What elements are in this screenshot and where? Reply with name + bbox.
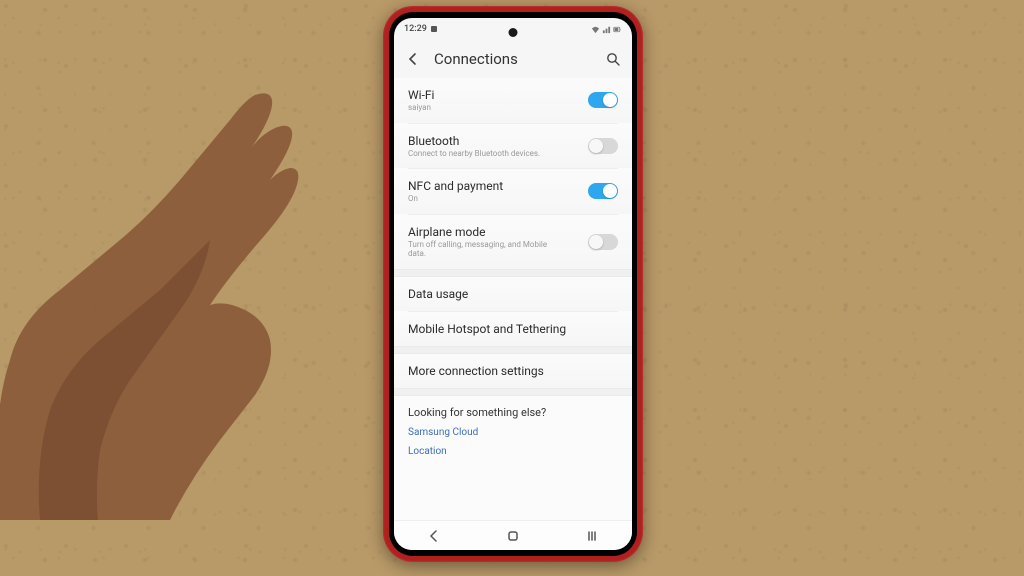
item-title: Bluetooth [408,134,540,148]
nav-back[interactable] [419,526,449,546]
item-title: Data usage [408,287,468,301]
item-title: NFC and payment [408,179,503,193]
item-subtitle: Turn off calling, messaging, and Mobile … [408,240,558,259]
item-airplane[interactable]: Airplane mode Turn off calling, messagin… [394,215,632,269]
search-icon [606,52,621,67]
navigation-bar [394,520,632,550]
settings-list: Wi-Fi saiyan Bluetooth Connect to nearby… [394,78,632,520]
nav-home-icon [506,529,520,543]
item-more-settings[interactable]: More connection settings [394,354,632,388]
chevron-left-icon [406,52,420,66]
footer-title: Looking for something else? [408,406,618,419]
bluetooth-toggle[interactable] [588,138,618,154]
status-time: 12:29 [404,24,427,34]
item-subtitle: On [408,194,503,204]
item-wifi[interactable]: Wi-Fi saiyan [394,78,632,123]
battery-icon [613,25,622,34]
signal-icon [602,25,611,34]
item-title: Airplane mode [408,225,558,239]
item-bluetooth[interactable]: Bluetooth Connect to nearby Bluetooth de… [394,124,632,169]
item-title: More connection settings [408,364,544,378]
footer-section: Looking for something else? Samsung Clou… [394,396,632,457]
item-subtitle: Connect to nearby Bluetooth devices. [408,149,540,159]
item-hotspot[interactable]: Mobile Hotspot and Tethering [394,312,632,346]
search-button[interactable] [604,50,622,68]
wifi-toggle[interactable] [588,92,618,108]
item-title: Mobile Hotspot and Tethering [408,322,566,336]
nav-recent-icon [585,529,599,543]
item-title: Wi-Fi [408,88,434,102]
screen: 12:29 Connections [394,18,632,550]
hand-photo [0,40,300,520]
item-data-usage[interactable]: Data usage [394,277,632,311]
airplane-toggle[interactable] [588,234,618,250]
nav-recent[interactable] [577,526,607,546]
nav-home[interactable] [498,526,528,546]
link-samsung-cloud[interactable]: Samsung Cloud [408,427,618,438]
item-nfc[interactable]: NFC and payment On [394,169,632,214]
front-camera [509,28,518,37]
phone-bezel: 12:29 Connections [389,12,637,556]
nav-back-icon [427,529,441,543]
item-subtitle: saiyan [408,103,434,113]
link-location[interactable]: Location [408,446,618,457]
back-button[interactable] [404,50,422,68]
header: Connections [394,40,632,78]
notification-icon [430,25,438,33]
phone-frame: 12:29 Connections [383,6,643,562]
wifi-icon [591,25,600,34]
nfc-toggle[interactable] [588,183,618,199]
page-title: Connections [434,50,592,68]
